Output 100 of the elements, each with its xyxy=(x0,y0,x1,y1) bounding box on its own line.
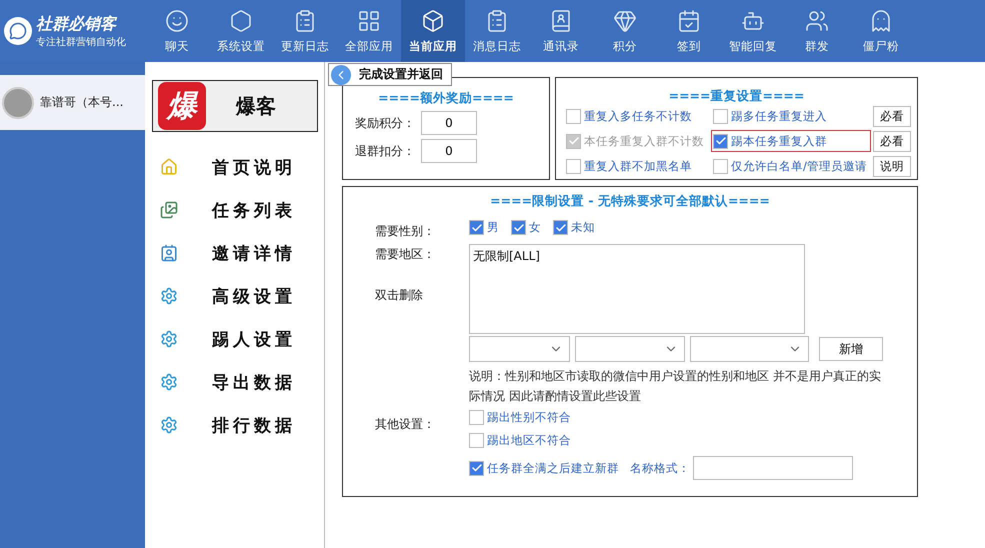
account-item[interactable]: 靠谱哥（本号... xyxy=(0,75,145,130)
hint-text: 双击删除 xyxy=(375,287,424,304)
settings-icon xyxy=(160,330,178,348)
checkbox[interactable] xyxy=(713,108,728,124)
nav-label: 群发 xyxy=(805,38,829,54)
nav-label: 聊天 xyxy=(165,38,189,54)
settings-icon xyxy=(160,373,178,391)
option-row[interactable]: 重复入多任务不计数 xyxy=(564,105,709,127)
back-button[interactable]: 完成设置并返回 xyxy=(328,63,452,86)
app-tagline: 专注社群营销自动化 xyxy=(36,36,126,48)
checkbox[interactable] xyxy=(469,460,484,476)
region-list[interactable]: 无限制[ALL] xyxy=(469,244,805,334)
points-field[interactable]: 0 xyxy=(421,139,477,163)
dropdown[interactable] xyxy=(690,336,809,362)
option-label: 任务群全满之后建立新群 xyxy=(487,460,619,476)
option-label: 仅允许白名单/管理员邀请 xyxy=(731,158,867,174)
face-icon xyxy=(165,8,189,32)
nav-tab[interactable]: 消息日志 xyxy=(465,0,529,62)
house-icon xyxy=(160,158,178,176)
nav-tab[interactable]: 积分 xyxy=(593,0,657,62)
nav-label: 签到 xyxy=(677,38,701,54)
option-label: 踢多任务重复进入 xyxy=(731,108,827,124)
plugin-logo: 爆 xyxy=(158,82,206,130)
nav-tab[interactable]: 更新日志 xyxy=(273,0,337,62)
checkbox[interactable] xyxy=(566,158,581,174)
add-button[interactable]: 新增 xyxy=(819,337,883,361)
checkbox[interactable] xyxy=(469,433,484,448)
option-label: 踢出性别不符合 xyxy=(487,410,571,425)
nav-label: 消息日志 xyxy=(473,38,521,54)
cube-icon xyxy=(421,8,445,32)
panel-title: ====重复设置==== xyxy=(668,88,806,105)
option-label: 本任务重复入群不计数 xyxy=(584,134,704,148)
nav-tab[interactable]: 签到 xyxy=(657,0,721,62)
avatar xyxy=(2,86,34,118)
checkbox[interactable] xyxy=(469,220,484,235)
field-label: 奖励积分： xyxy=(355,114,415,132)
nav-tab[interactable]: 通讯录 xyxy=(529,0,593,62)
nav-tab[interactable]: 群发 xyxy=(785,0,849,62)
nav-label: 全部应用 xyxy=(345,38,393,54)
field-label: 其他设置： xyxy=(375,416,436,433)
option-row[interactable]: 重复入群不加黑名单 xyxy=(564,155,709,177)
field-label: 名称格式： xyxy=(630,460,690,476)
nav-tab[interactable]: 智能回复 xyxy=(721,0,785,62)
menu-item[interactable]: 踢人设置 xyxy=(160,327,318,351)
option-row[interactable]: 踢多任务重复进入 xyxy=(711,105,871,127)
list-item[interactable]: 无限制[ALL] xyxy=(473,248,801,265)
app-name: 社群必销客 xyxy=(36,14,118,34)
checkbox[interactable] xyxy=(469,410,484,425)
menu-item[interactable]: 导出数据 xyxy=(160,370,318,394)
help-button[interactable]: 必看 xyxy=(873,130,911,152)
checkbox[interactable] xyxy=(713,134,728,148)
panel-title: ====额外奖励==== xyxy=(377,90,515,107)
nav-label: 系统设置 xyxy=(217,38,265,54)
menu-item[interactable]: 任务列表 xyxy=(160,198,318,222)
chat-bubble-icon xyxy=(4,17,32,45)
menu-item[interactable]: 首页说明 xyxy=(160,155,318,179)
nav-label: 积分 xyxy=(613,38,637,54)
menu-item[interactable]: 排行数据 xyxy=(160,413,318,437)
note-text: 说明：性别和地区市读取的微信中用户设置的性别和地区 并不是用户真正的实际情况 因此请酌情设置此些设置 xyxy=(469,368,881,405)
option-row[interactable]: 仅允许白名单/管理员邀请 xyxy=(711,155,871,177)
option-label: 女 xyxy=(529,220,541,235)
menu-item[interactable]: 邀请详情 xyxy=(160,241,318,265)
dropdown[interactable] xyxy=(575,336,685,362)
checkbox[interactable] xyxy=(553,220,568,235)
calendar-check-icon xyxy=(677,8,701,32)
menu-item[interactable]: 高级设置 xyxy=(160,284,318,308)
option-label: 重复入群不加黑名单 xyxy=(584,158,692,174)
nav-tab[interactable]: 系统设置 xyxy=(209,0,273,62)
nav-tab[interactable]: 聊天 xyxy=(145,0,209,62)
checkbox[interactable] xyxy=(566,108,581,124)
nav-label: 通讯录 xyxy=(543,38,579,54)
nav-label: 智能回复 xyxy=(729,38,777,54)
help-button[interactable]: 必看 xyxy=(873,106,911,126)
name-format-field[interactable] xyxy=(693,456,853,480)
nav-tab[interactable]: 僵尸粉 xyxy=(849,0,913,62)
field-label: 需要地区： xyxy=(375,246,436,263)
card-icon xyxy=(160,244,178,262)
nav-tab[interactable]: 全部应用 xyxy=(337,0,401,62)
option-label: 重复入多任务不计数 xyxy=(584,108,692,124)
dropdown[interactable] xyxy=(469,336,570,362)
nav-label: 僵尸粉 xyxy=(863,38,899,54)
option-label: 踢出地区不符合 xyxy=(487,433,571,448)
people-icon xyxy=(805,8,829,32)
field-label: 需要性别： xyxy=(375,223,436,240)
plugin-title: 爆客 xyxy=(236,92,276,120)
diamond-icon xyxy=(613,8,637,32)
hexagon-icon xyxy=(229,8,253,32)
checkbox[interactable] xyxy=(713,158,728,174)
help-button[interactable]: 说明 xyxy=(873,156,911,176)
panel-title: ====限制设置 - 无特殊要求可全部默认==== xyxy=(489,193,771,210)
grid-icon xyxy=(357,8,381,32)
option-row[interactable]: 踢本任务重复入群 xyxy=(711,130,871,152)
option-label: 踢本任务重复入群 xyxy=(731,134,827,148)
checkbox[interactable] xyxy=(511,220,526,235)
account-name: 靠谱哥（本号... xyxy=(40,94,124,111)
points-field[interactable]: 0 xyxy=(421,111,477,135)
field-label: 退群扣分： xyxy=(355,142,415,160)
option-label: 男 xyxy=(487,220,499,235)
nav-tab[interactable]: 当前应用 xyxy=(401,0,465,62)
nav-label: 当前应用 xyxy=(409,38,457,54)
